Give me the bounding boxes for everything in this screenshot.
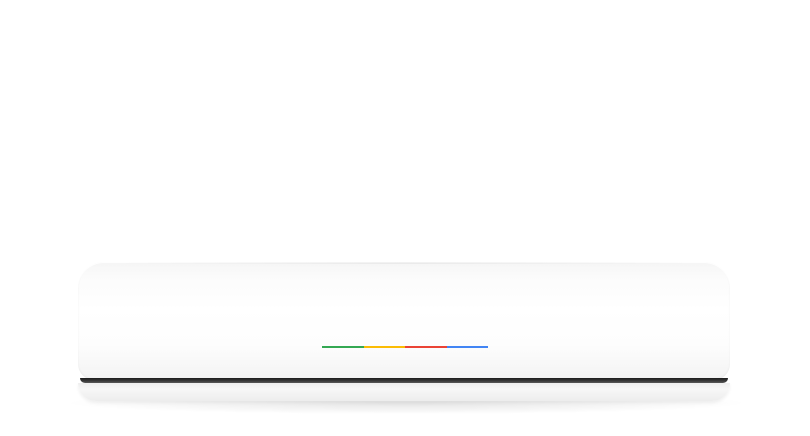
light-bar-segment-green [322, 346, 364, 348]
laptop-base [78, 383, 730, 401]
closed-laptop [78, 262, 730, 404]
lid-top-edge [114, 262, 694, 264]
light-bar-segment-red [405, 346, 447, 348]
laptop-lid [78, 262, 730, 380]
light-bar-segment-blue [446, 346, 488, 348]
light-bar-segment-yellow [363, 346, 405, 348]
light-bar [322, 346, 488, 348]
product-photo [0, 0, 810, 436]
